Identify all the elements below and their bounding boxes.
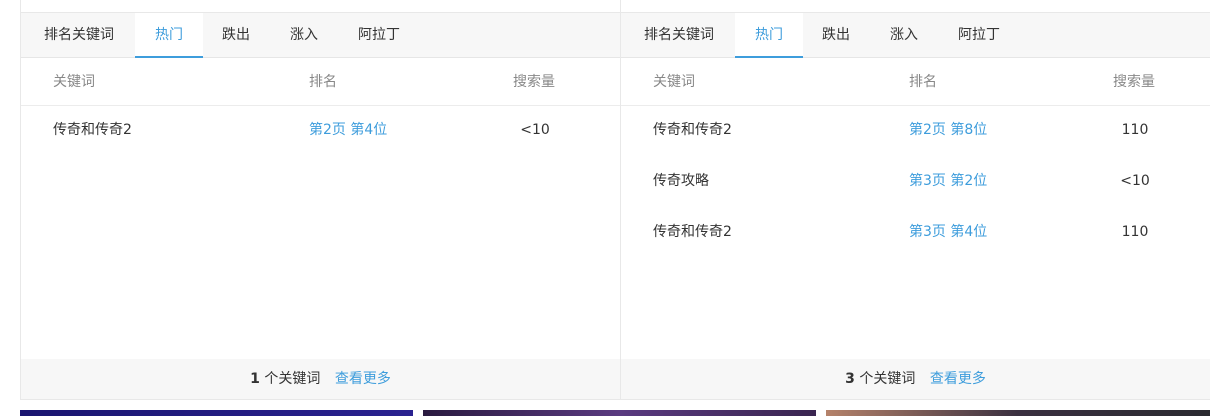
volume-cell: <10 [520, 122, 550, 138]
tab-ranking-keywords[interactable]: 排名关键词 [641, 13, 717, 57]
tab-dropped[interactable]: 跌出 [221, 13, 251, 57]
panel-top-strip [21, 0, 620, 13]
volume-cell: 110 [1121, 224, 1149, 240]
rank-link[interactable]: 第2页 第4位 [309, 107, 387, 153]
column-header-keyword: 关键词 [653, 74, 695, 90]
table-row: 传奇和传奇2 第3页 第4位 110 [621, 209, 1210, 260]
column-header-rank: 排名 [309, 74, 337, 90]
volume-cell: 110 [1121, 122, 1149, 138]
tab-dropped[interactable]: 跌出 [821, 13, 851, 57]
keyword-count: 3 [845, 371, 855, 387]
table-row: 传奇和传奇2 第2页 第4位 <10 [21, 107, 620, 158]
tab-ranking-keywords[interactable]: 排名关键词 [41, 13, 117, 57]
keyword-panel-right: 排名关键词 热门 跌出 涨入 阿拉丁 关键词 排名 搜索量 传奇和传奇2 第2页… [620, 0, 1210, 400]
tab-risen[interactable]: 涨入 [289, 13, 319, 57]
column-header-volume: 搜索量 [513, 74, 555, 90]
keyword-panels: 排名关键词 热门 跌出 涨入 阿拉丁 关键词 排名 搜索量 传奇和传奇2 第2页… [20, 0, 1210, 400]
keyword-count-label: 个关键词 [859, 371, 916, 387]
column-header-keyword: 关键词 [53, 74, 95, 90]
banner-thumbnail[interactable] [826, 410, 1210, 416]
keyword-count: 1 [250, 371, 260, 387]
banner-thumbnail[interactable] [20, 410, 413, 416]
table-row: 传奇攻略 第3页 第2位 <10 [621, 158, 1210, 209]
rank-link[interactable]: 第3页 第2位 [909, 158, 987, 204]
table-header: 关键词 排名 搜索量 [621, 58, 1210, 106]
table-header: 关键词 排名 搜索量 [21, 58, 620, 106]
panel-footer: 1 个关键词 查看更多 [21, 359, 620, 400]
tab-bar: 排名关键词 热门 跌出 涨入 阿拉丁 [21, 13, 620, 58]
panel-footer: 3 个关键词 查看更多 [621, 359, 1210, 400]
banner-thumbnail[interactable] [423, 410, 816, 416]
view-more-link[interactable]: 查看更多 [335, 371, 391, 387]
tab-risen[interactable]: 涨入 [889, 13, 919, 57]
tab-hot[interactable]: 热门 [135, 13, 203, 58]
keyword-cell: 传奇攻略 [653, 173, 709, 189]
column-header-rank: 排名 [909, 74, 937, 90]
volume-cell: <10 [1120, 173, 1150, 189]
tab-bar: 排名关键词 热门 跌出 涨入 阿拉丁 [621, 13, 1210, 58]
table-row: 传奇和传奇2 第2页 第8位 110 [621, 107, 1210, 158]
keyword-cell: 传奇和传奇2 [653, 224, 732, 240]
tab-aladdin[interactable]: 阿拉丁 [357, 13, 401, 57]
tab-hot[interactable]: 热门 [735, 13, 803, 58]
keyword-count-label: 个关键词 [264, 371, 321, 387]
keyword-cell: 传奇和传奇2 [653, 122, 732, 138]
panel-top-strip [621, 0, 1210, 13]
rank-link[interactable]: 第3页 第4位 [909, 209, 987, 255]
view-more-link[interactable]: 查看更多 [930, 371, 986, 387]
keyword-cell: 传奇和传奇2 [53, 122, 132, 138]
column-header-volume: 搜索量 [1113, 74, 1155, 90]
tab-aladdin[interactable]: 阿拉丁 [957, 13, 1001, 57]
rank-link[interactable]: 第2页 第8位 [909, 107, 987, 153]
keyword-panel-left: 排名关键词 热门 跌出 涨入 阿拉丁 关键词 排名 搜索量 传奇和传奇2 第2页… [20, 0, 620, 400]
